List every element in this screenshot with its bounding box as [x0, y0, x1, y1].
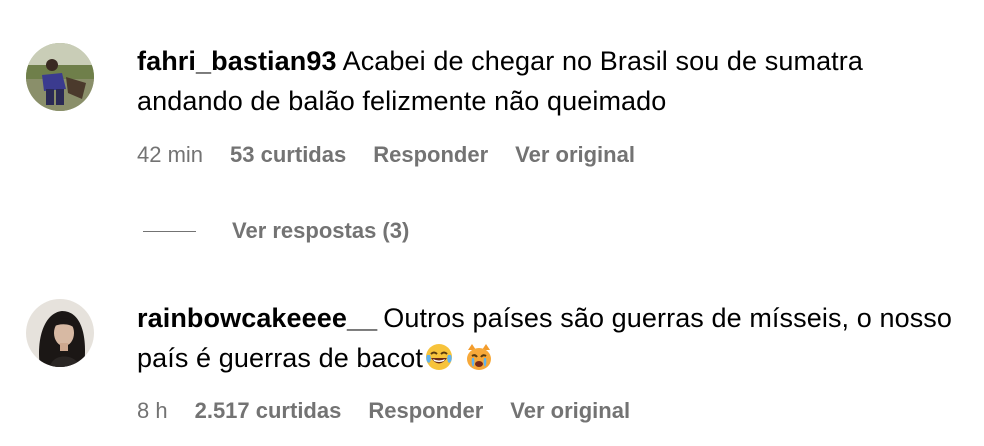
likes-count[interactable]: 2.517 curtidas — [195, 398, 342, 424]
comment-meta: 42 min 53 curtidas Responder Ver origina… — [137, 140, 662, 170]
reply-button[interactable]: Responder — [373, 142, 488, 168]
view-replies-button[interactable]: Ver respostas (3) — [143, 216, 409, 246]
see-original-button[interactable]: Ver original — [515, 142, 635, 168]
comment-body: fahri_bastian93 Acabei de chegar no Brasi… — [137, 41, 957, 121]
comment-timestamp[interactable]: 8 h — [137, 398, 168, 424]
comment-timestamp[interactable]: 42 min — [137, 142, 203, 168]
view-replies-label: Ver respostas (3) — [232, 218, 410, 243]
avatar[interactable] — [26, 299, 94, 367]
likes-count[interactable]: 53 curtidas — [230, 142, 346, 168]
reply-button[interactable]: Responder — [368, 398, 483, 424]
avatar[interactable] — [26, 43, 94, 111]
comment-meta: 8 h 2.517 curtidas Responder Ver origina… — [137, 396, 657, 426]
crying-cat-face-icon — [464, 342, 494, 372]
replies-divider-line — [143, 230, 196, 232]
avatar-image — [26, 299, 94, 367]
comment-username[interactable]: rainbowcakeeee__ — [137, 303, 377, 333]
see-original-button[interactable]: Ver original — [510, 398, 630, 424]
face-with-tears-of-joy-icon — [424, 342, 454, 372]
comment-username[interactable]: fahri_bastian93 — [137, 46, 337, 76]
comment-body: rainbowcakeeee__ Outros países são guerra… — [137, 298, 957, 378]
avatar-image — [26, 43, 94, 111]
